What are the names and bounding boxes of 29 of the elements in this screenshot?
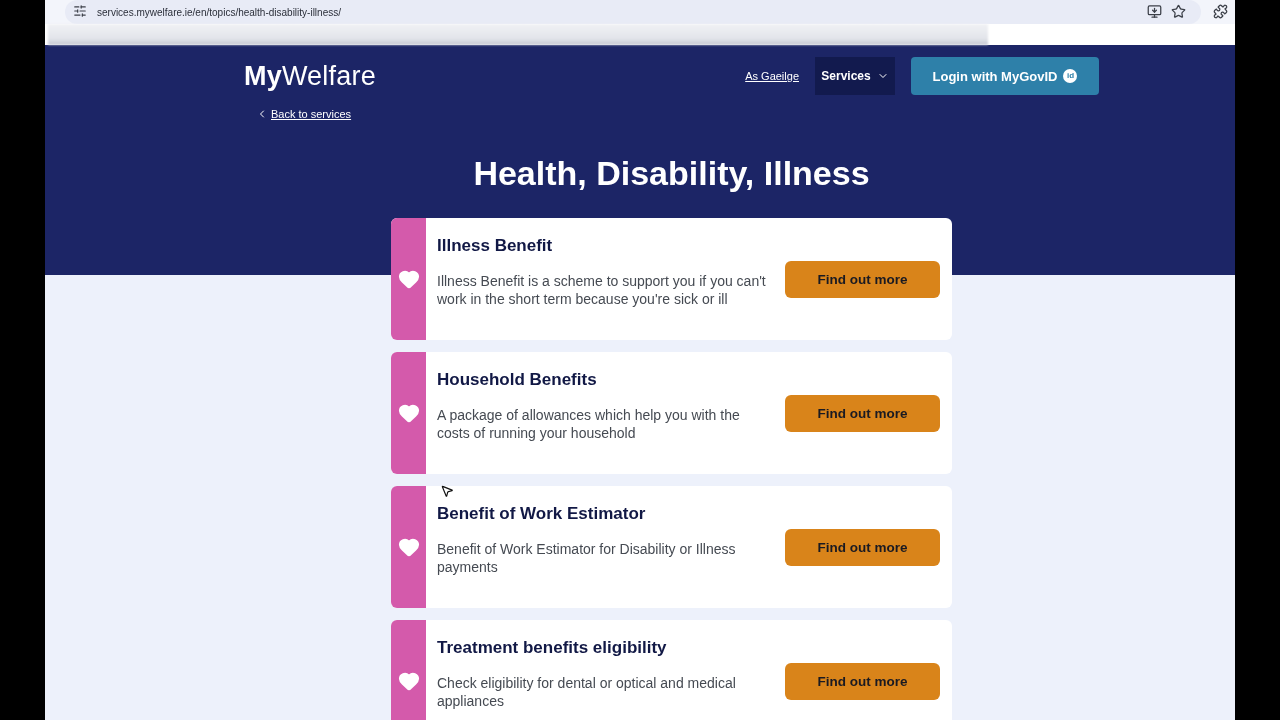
card-title: Treatment benefits eligibility bbox=[437, 638, 668, 658]
language-link[interactable]: As Gaeilge bbox=[745, 70, 799, 82]
card-description: Check eligibility for dental or optical and medical appliances bbox=[437, 674, 737, 710]
page-title: Health, Disability, Illness bbox=[472, 153, 871, 194]
card-description: Benefit of Work Estimator for Disability or Illness payments bbox=[437, 540, 737, 576]
login-button[interactable]: Login with MyGovID id bbox=[911, 57, 1099, 95]
card-title: Household Benefits bbox=[437, 370, 598, 390]
heart-icon bbox=[397, 670, 420, 692]
find-out-more-button[interactable]: Find out more bbox=[785, 528, 940, 566]
find-out-more-button[interactable]: Find out more bbox=[785, 260, 940, 298]
install-app-icon[interactable] bbox=[1147, 4, 1163, 20]
find-out-more-button[interactable]: Find out more bbox=[785, 394, 940, 432]
heart-icon bbox=[397, 536, 420, 558]
heart-icon bbox=[397, 268, 420, 290]
id-badge: id bbox=[1063, 69, 1078, 83]
card-title: Benefit of Work Estimator bbox=[437, 504, 647, 524]
services-menu-button[interactable]: Services bbox=[815, 57, 895, 95]
card-description: A package of allowances which help you with the costs of running your household bbox=[437, 406, 741, 442]
site-logo[interactable]: MyWelfare bbox=[244, 60, 746, 92]
find-out-more-button[interactable]: Find out more bbox=[785, 662, 940, 700]
card-title: Illness Benefit bbox=[437, 236, 554, 256]
card-description: Illness Benefit is a scheme to support you if you can't work in the short term because you're sick or ill bbox=[437, 272, 767, 308]
address-bar[interactable]: services.mywelfare.ie/en/topics/health-disability-illness/ bbox=[65, 0, 1201, 24]
bookmark-star-icon[interactable] bbox=[1171, 4, 1187, 20]
site-settings-icon[interactable] bbox=[73, 4, 89, 20]
url-text: services.mywelfare.ie/en/topics/health-disability-illness/ bbox=[97, 6, 342, 18]
back-link[interactable]: Back to services bbox=[271, 108, 352, 120]
puzzle-icon[interactable] bbox=[1213, 4, 1229, 20]
heart-icon bbox=[397, 402, 420, 424]
